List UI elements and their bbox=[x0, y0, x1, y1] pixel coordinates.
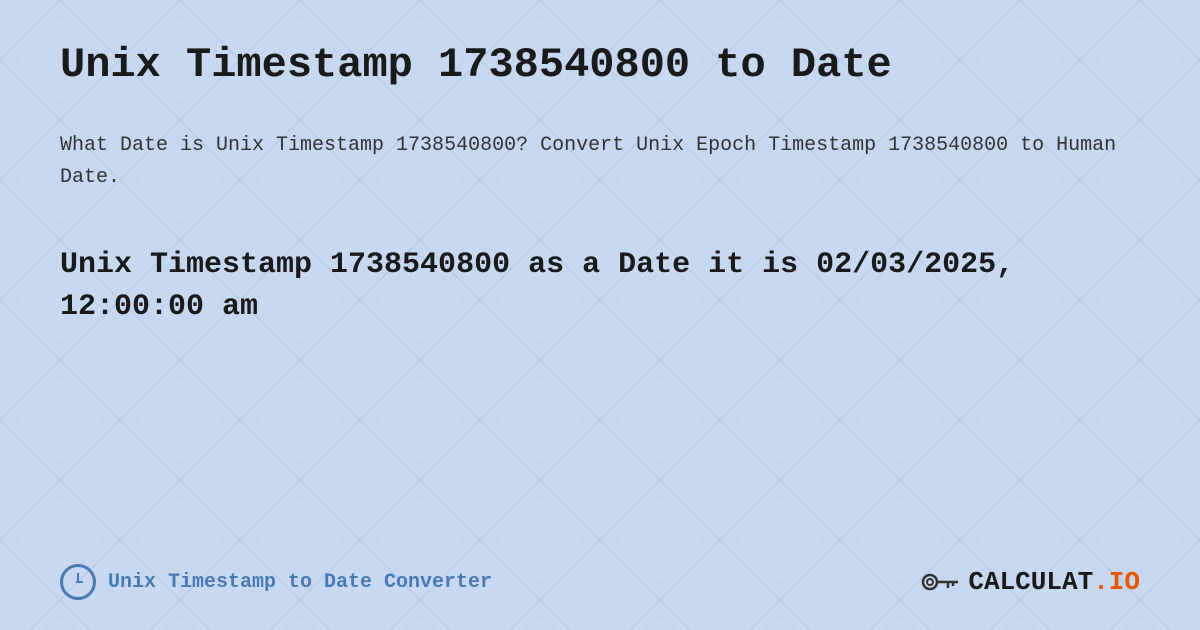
logo-highlight: .IO bbox=[1093, 567, 1140, 597]
result-section: Unix Timestamp 1738540800 as a Date it i… bbox=[60, 244, 1140, 328]
footer: Unix Timestamp to Date Converter CALCULA… bbox=[60, 564, 1140, 600]
footer-label: Unix Timestamp to Date Converter bbox=[108, 571, 492, 594]
clock-icon bbox=[60, 564, 96, 600]
logo-section: CALCULAT.IO bbox=[920, 566, 1140, 598]
description-text: What Date is Unix Timestamp 1738540800? … bbox=[60, 130, 1140, 194]
logo-icon bbox=[920, 566, 960, 598]
logo-main: CALCULAT bbox=[968, 567, 1093, 597]
result-text: Unix Timestamp 1738540800 as a Date it i… bbox=[60, 244, 1140, 328]
footer-left: Unix Timestamp to Date Converter bbox=[60, 564, 492, 600]
page-title: Unix Timestamp 1738540800 to Date bbox=[60, 40, 1140, 90]
logo-text: CALCULAT.IO bbox=[968, 567, 1140, 597]
